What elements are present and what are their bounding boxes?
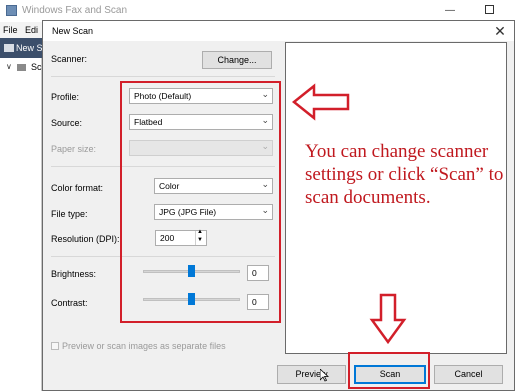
preview-button[interactable]: Preview	[277, 365, 346, 384]
menu-file[interactable]: File	[3, 25, 18, 35]
minimize-icon[interactable]: —	[445, 5, 455, 16]
mouse-cursor-icon	[319, 368, 330, 384]
cancel-button[interactable]: Cancel	[434, 365, 503, 384]
down-arrow-annotation-icon	[369, 293, 407, 345]
annotation-text: You can change scanner settings or click…	[305, 141, 504, 208]
separate-files-label: Preview or scan images as separate files	[62, 341, 226, 351]
dialog-titlebar	[43, 21, 514, 41]
contrast-label: Contrast:	[51, 298, 88, 308]
fax-scan-app-icon	[6, 5, 17, 16]
scan-button-highlight-box	[348, 352, 430, 389]
settings-highlight-box	[120, 81, 281, 323]
tree-expand-icon[interactable]: ∨	[6, 62, 12, 71]
scan-folder-icon	[17, 64, 26, 71]
folder-tree	[0, 58, 42, 391]
background-window-title: Windows Fax and Scan	[22, 5, 128, 16]
profile-label: Profile:	[51, 92, 80, 102]
separate-files-checkbox[interactable]	[51, 342, 59, 350]
dialog-title: New Scan	[52, 26, 94, 36]
maximize-icon[interactable]	[485, 5, 494, 14]
resolution-label: Resolution (DPI):	[51, 234, 120, 244]
new-scan-toolbar-button[interactable]: New S	[16, 43, 43, 53]
brightness-label: Brightness:	[51, 269, 97, 279]
tree-item-scan[interactable]: Sc	[31, 62, 42, 72]
new-scan-icon[interactable]	[4, 44, 14, 52]
separator	[51, 76, 275, 77]
left-arrow-annotation-icon	[291, 83, 350, 121]
source-label: Source:	[51, 118, 83, 128]
color-format-label: Color format:	[51, 183, 104, 193]
close-icon[interactable]: ✕	[491, 22, 509, 40]
change-scanner-button[interactable]: Change...	[202, 51, 272, 69]
file-type-label: File type:	[51, 209, 88, 219]
paper-size-label: Paper size:	[51, 144, 97, 154]
scanner-label: Scanner:	[51, 54, 88, 64]
menu-edit[interactable]: Edi	[25, 25, 38, 35]
